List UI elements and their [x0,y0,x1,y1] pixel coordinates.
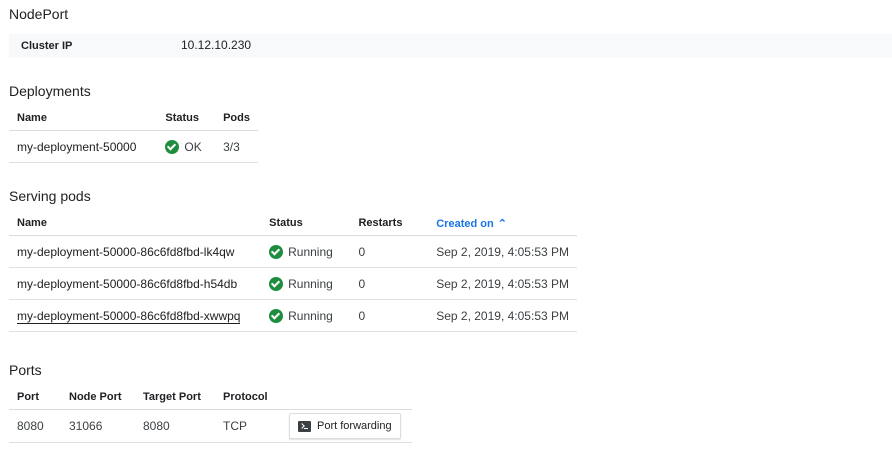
protocol-cell: TCP [215,409,281,443]
pod-name-link[interactable]: my-deployment-50000-86c6fd8fbd-xwwpq [9,299,262,332]
terminal-icon [298,420,311,432]
deployment-pods-cell: 3/3 [215,130,258,163]
pod-name-text[interactable]: my-deployment-50000-86c6fd8fbd-xwwpq [17,308,241,324]
deployments-title: Deployments [9,83,91,99]
pod-created-cell: Sep 2, 2019, 4:05:53 PM [428,235,577,268]
pod-status-text: Running [288,276,333,291]
deployment-status-text: OK [184,139,202,154]
check-circle-icon [269,276,284,291]
check-circle-icon [269,244,284,259]
node-port-cell: 31066 [61,409,135,443]
pod-status-text: Running [288,308,333,323]
pod-restarts-cell: 0 [350,267,429,300]
table-row: my-deployment-50000 OK 3/3 [9,130,258,163]
pods-header-restarts[interactable]: Restarts [350,211,429,236]
pod-status-cell: Running [261,235,351,268]
pod-status-cell: Running [261,299,351,332]
service-type-title: NodePort [9,6,69,22]
cluster-ip-row: Cluster IP 10.12.10.230 [9,34,892,58]
port-forwarding-label: Port forwarding [317,420,392,432]
chevron-up-icon: ⌃ [497,217,507,230]
deployments-header-pods: Pods [215,106,258,131]
pods-header-created-on[interactable]: Created on ⌃ [428,211,577,236]
cluster-ip-label: Cluster IP [21,40,73,52]
port-cell: 8080 [9,409,61,443]
port-forwarding-button[interactable]: Port forwarding [289,413,401,439]
check-circle-icon [165,139,180,154]
pods-header-status[interactable]: Status [261,211,351,236]
table-row: my-deployment-50000-86c6fd8fbd-h54db Run… [9,267,577,300]
table-row: my-deployment-50000-86c6fd8fbd-lk4qw Run… [9,235,577,268]
port-actions-cell: Port forwarding [281,409,412,443]
pod-status-cell: Running [261,267,351,300]
pods-header-name[interactable]: Name [9,211,262,236]
deployment-status-cell: OK [157,130,216,163]
ports-title: Ports [9,362,42,378]
serving-pods-title: Serving pods [9,188,91,204]
check-circle-icon [269,308,284,323]
deployments-header-name: Name [9,106,158,131]
created-on-label: Created on [436,217,494,230]
target-port-cell: 8080 [135,409,215,443]
ports-header-target-port: Target Port [135,385,215,410]
deployment-name-link[interactable]: my-deployment-50000 [9,130,158,163]
ports-header-actions [281,385,412,410]
ports-header-protocol: Protocol [215,385,281,410]
pod-restarts-cell: 0 [350,299,429,332]
pod-restarts-cell: 0 [350,235,429,268]
table-row: my-deployment-50000-86c6fd8fbd-xwwpq Run… [9,299,577,332]
deployments-table: Name Status Pods my-deployment-50000 OK … [9,106,258,163]
table-row: 8080 31066 8080 TCP Port forwarding [9,409,412,443]
ports-header-node-port: Node Port [61,385,135,410]
pod-name-link[interactable]: my-deployment-50000-86c6fd8fbd-lk4qw [9,235,262,268]
ports-table: Port Node Port Target Port Protocol 8080… [9,385,412,443]
pod-created-cell: Sep 2, 2019, 4:05:53 PM [428,299,577,332]
deployments-header-status: Status [157,106,216,131]
ports-header-port: Port [9,385,61,410]
pod-name-link[interactable]: my-deployment-50000-86c6fd8fbd-h54db [9,267,262,300]
pod-created-cell: Sep 2, 2019, 4:05:53 PM [428,267,577,300]
cluster-ip-value: 10.12.10.230 [181,38,252,52]
serving-pods-table: Name Status Restarts Created on ⌃ my-depl… [9,211,577,332]
pod-status-text: Running [288,244,333,259]
